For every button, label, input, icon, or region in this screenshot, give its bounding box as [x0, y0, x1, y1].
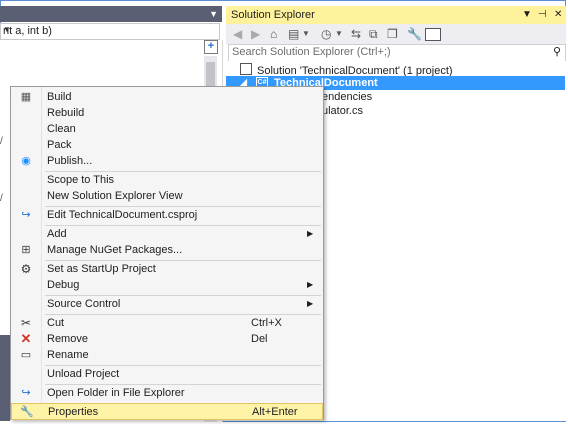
tree-item-dependencies[interactable]: endencies — [322, 91, 372, 103]
menu-item-label: Rebuild — [47, 107, 85, 119]
menu-item-label: Add — [47, 228, 67, 240]
context-menu: ▦ Build Rebuild Clean Pack ◉ Publish... … — [10, 86, 324, 420]
sync-icon[interactable]: ⇆ — [351, 27, 361, 41]
menu-item-label: Manage NuGet Packages... — [47, 244, 183, 256]
menu-item-set-startup[interactable]: ⚙ Set as StartUp Project — [11, 261, 323, 278]
menu-item-rebuild[interactable]: Rebuild — [11, 105, 323, 122]
editor-tab-strip: ▼ — [0, 6, 222, 22]
solution-explorer-titlebar: Solution Explorer ▼ ⊣ ✕ — [226, 6, 566, 24]
menu-item-label: Rename — [47, 349, 89, 361]
margin-mark: / — [0, 193, 3, 204]
chevron-down-icon[interactable]: ▼ — [522, 9, 532, 20]
menu-item-label: New Solution Explorer View — [47, 190, 183, 202]
menu-item-unload-project[interactable]: Unload Project — [11, 366, 323, 383]
solution-icon — [240, 63, 252, 75]
menu-item-label: Remove — [47, 333, 88, 345]
menu-item-build[interactable]: ▦ Build — [11, 89, 323, 106]
publish-icon: ◉ — [21, 155, 31, 167]
menu-item-label: Set as StartUp Project — [47, 263, 156, 275]
edit-project-icon: ↪ — [21, 209, 31, 221]
show-all-files-icon[interactable]: ❐ — [387, 27, 398, 41]
submenu-arrow-icon: ▶ — [307, 229, 314, 238]
menu-item-properties[interactable]: 🔧 Properties Alt+Enter — [11, 403, 323, 420]
menu-item-shortcut: Del — [251, 333, 268, 345]
menu-item-label: Debug — [47, 279, 80, 291]
menu-item-shortcut: Alt+Enter — [252, 406, 298, 418]
solution-explorer-toolbar: ◀ ▶ ⌂ ▤ ▼ ◷ ▼ ⇆ ⧉ ❐ 🔧 — [226, 24, 566, 44]
search-icon[interactable]: ⚲ — [553, 45, 561, 58]
chevron-down-icon[interactable]: ▼ — [335, 29, 343, 38]
menu-item-label: Cut — [47, 317, 65, 329]
wrench-icon[interactable]: 🔧 — [407, 27, 422, 41]
tree-item-calculator[interactable]: ulator.cs — [322, 105, 363, 117]
menu-item-label: Build — [47, 91, 72, 103]
collapse-all-icon[interactable]: ⧉ — [369, 27, 378, 42]
expand-plus-icon[interactable]: + — [204, 40, 218, 54]
chevron-down-icon[interactable]: ▼ — [3, 25, 216, 34]
menu-item-label: Pack — [47, 139, 72, 151]
nuget-icon: ⊞ — [21, 244, 31, 256]
wrench-icon: 🔧 — [20, 406, 34, 418]
open-folder-icon: ↪ — [21, 387, 31, 399]
scissors-icon: ✂ — [20, 316, 32, 330]
home-icon[interactable]: ⌂ — [270, 27, 277, 41]
forward-icon[interactable]: ▶ — [251, 27, 260, 41]
menu-item-cut[interactable]: ✂ Cut Ctrl+X — [11, 315, 323, 332]
chevron-down-icon[interactable]: ▼ — [302, 29, 310, 38]
tree-item-label: ulator.cs — [322, 105, 363, 117]
menu-item-pack[interactable]: Pack — [11, 137, 323, 154]
gear-icon: ⚙ — [20, 262, 32, 276]
menu-item-edit-csproj[interactable]: ↪ Edit TechnicalDocument.csproj — [11, 207, 323, 224]
menu-item-rename[interactable]: ▭ Rename — [11, 347, 323, 364]
menu-item-open-folder[interactable]: ↪ Open Folder in File Explorer — [11, 385, 323, 402]
menu-item-shortcut: Ctrl+X — [251, 317, 282, 329]
rename-icon: ▭ — [20, 349, 32, 361]
preview-icon[interactable] — [425, 28, 441, 41]
menu-item-add[interactable]: Add ▶ — [11, 226, 323, 243]
menu-item-label: Source Control — [47, 298, 121, 310]
menu-item-new-solution-explorer-view[interactable]: New Solution Explorer View — [11, 188, 323, 205]
submenu-arrow-icon: ▶ — [307, 299, 314, 308]
menu-item-debug[interactable]: Debug ▶ — [11, 277, 323, 294]
menu-item-source-control[interactable]: Source Control ▶ — [11, 296, 323, 313]
submenu-arrow-icon: ▶ — [307, 280, 314, 289]
remove-icon: ✕ — [20, 331, 32, 346]
solution-search-input[interactable]: Search Solution Explorer (Ctrl+;) ⚲ — [228, 44, 566, 62]
menu-item-scope-to-this[interactable]: Scope to This — [11, 172, 323, 189]
tree-item-solution[interactable]: Solution 'TechnicalDocument' (1 project) — [240, 63, 453, 77]
build-icon: ▦ — [20, 91, 32, 103]
history-icon[interactable]: ◷ — [321, 27, 331, 41]
switch-views-icon[interactable]: ▤ — [288, 27, 299, 41]
menu-item-label: Properties — [48, 406, 99, 418]
menu-item-label: Publish... — [47, 155, 93, 167]
close-icon[interactable]: ✕ — [554, 9, 562, 20]
menu-item-label: Unload Project — [47, 368, 120, 380]
menu-item-label: Scope to This — [47, 174, 115, 186]
search-placeholder: Search Solution Explorer (Ctrl+;) — [232, 46, 391, 58]
margin-mark: / — [0, 136, 3, 147]
back-icon[interactable]: ◀ — [233, 27, 242, 41]
chevron-down-icon[interactable]: ▼ — [209, 9, 218, 19]
menu-item-publish[interactable]: ◉ Publish... — [11, 153, 323, 170]
editor-side-strip — [0, 335, 10, 421]
panel-title: Solution Explorer — [231, 9, 315, 21]
menu-item-remove[interactable]: ✕ Remove Del — [11, 331, 323, 348]
tree-item-label: endencies — [322, 91, 373, 103]
menu-item-label: Edit TechnicalDocument.csproj — [47, 209, 198, 221]
menu-item-manage-nuget[interactable]: ⊞ Manage NuGet Packages... — [11, 242, 323, 259]
menu-item-clean[interactable]: Clean — [11, 121, 323, 138]
menu-item-label: Clean — [47, 123, 76, 135]
pin-icon[interactable]: ⊣ — [538, 9, 547, 20]
member-dropdown[interactable]: nt a, int b) ▼ — [0, 23, 220, 40]
menu-item-label: Open Folder in File Explorer — [47, 387, 185, 399]
